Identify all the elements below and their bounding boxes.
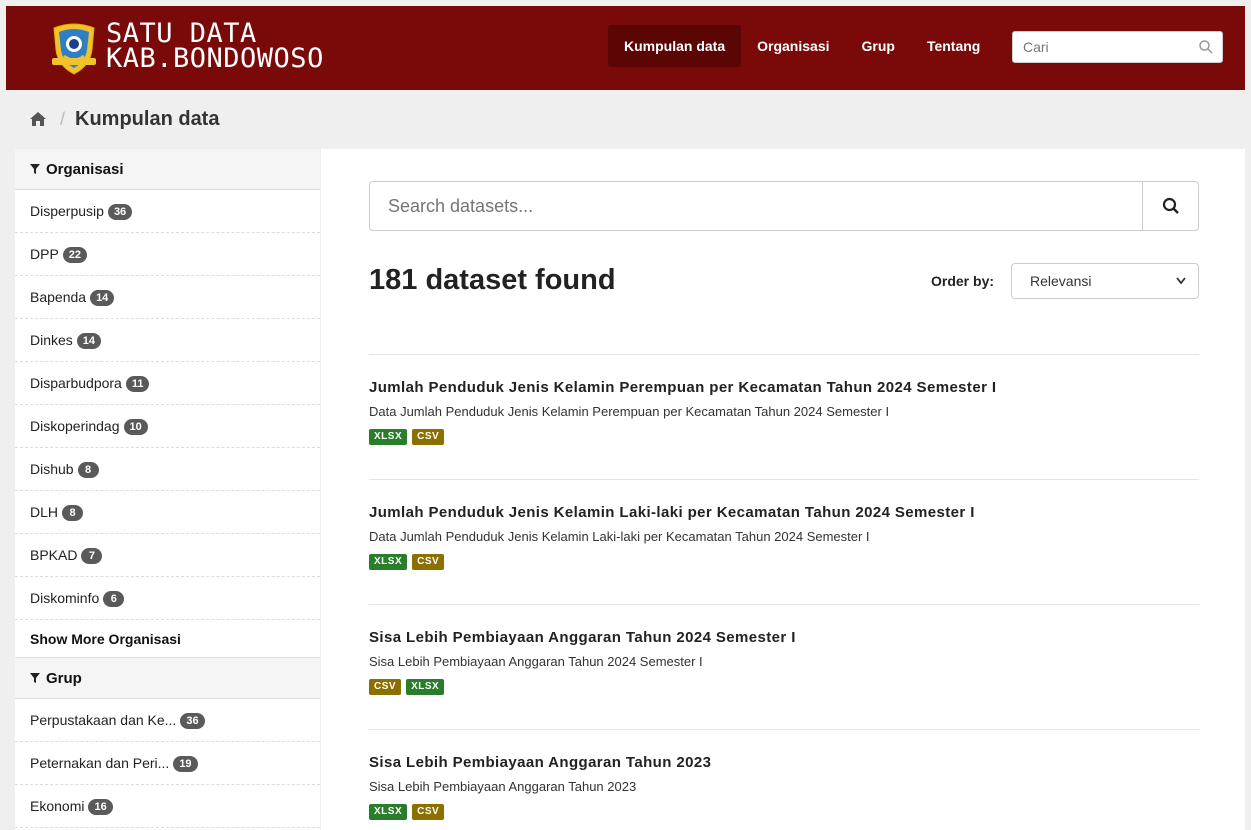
dataset-search: [369, 181, 1199, 231]
breadcrumb: / Kumpulan data: [6, 90, 1245, 148]
facet-organisasi-item-label: Diskominfo: [30, 590, 100, 606]
count-badge: 14: [76, 333, 102, 349]
search-icon[interactable]: [1198, 39, 1214, 55]
facet-organisasi-item[interactable]: Dishub 8: [15, 448, 320, 491]
count-badge: 36: [107, 204, 133, 220]
divider: [369, 479, 1199, 480]
dataset-description: Data Jumlah Penduduk Jenis Kelamin Laki-…: [369, 529, 870, 544]
dataset-title-link[interactable]: Jumlah Penduduk Jenis Kelamin Laki-laki …: [369, 504, 1199, 521]
facet-organisasi-item[interactable]: DPP 22: [15, 233, 320, 276]
header-search: [1012, 31, 1223, 63]
brand-title[interactable]: SATU DATA KAB.BONDOWOSO: [106, 20, 324, 74]
facet-organisasi-item[interactable]: DLH 8: [15, 491, 320, 534]
dataset-item: Sisa Lebih Pembiayaan Anggaran Tahun 202…: [369, 754, 1199, 820]
format-badge-xlsx[interactable]: XLSX: [369, 429, 408, 445]
facet-organisasi-item-label: BPKAD: [30, 547, 78, 563]
dataset-item: Sisa Lebih Pembiayaan Anggaran Tahun 202…: [369, 629, 1199, 695]
facet-organisasi-item-label: Bapenda: [30, 289, 87, 305]
dataset-search-button[interactable]: [1142, 182, 1198, 230]
order-by-label: Order by:: [931, 273, 995, 289]
facet-grup-item-label: Ekonomi: [30, 798, 85, 814]
count-badge: 10: [123, 419, 148, 435]
facet-header-organisasi: Organisasi: [15, 149, 320, 190]
order-by-select[interactable]: Relevansi: [1011, 263, 1199, 299]
count-badge: 7: [81, 548, 103, 564]
facet-grup-item[interactable]: Peternakan dan Peri... 19: [15, 742, 320, 785]
facet-grup-item[interactable]: Ekonomi 16: [15, 785, 320, 828]
main-content: 181 dataset found Order by: Relevansi Ju…: [321, 149, 1245, 830]
facet-organisasi-item-label: Dinkes: [30, 332, 73, 348]
dataset-title-link[interactable]: Jumlah Penduduk Jenis Kelamin Perempuan …: [369, 379, 1199, 396]
facet-organisasi-item-label: Diskoperindag: [30, 418, 120, 434]
bondowoso-logo-icon[interactable]: [46, 20, 102, 76]
dataset-item: Jumlah Penduduk Jenis Kelamin Perempuan …: [369, 379, 1199, 445]
dataset-item: Jumlah Penduduk Jenis Kelamin Laki-laki …: [369, 504, 1199, 570]
format-badge-xlsx[interactable]: XLSX: [369, 804, 408, 820]
count-badge: 36: [180, 713, 205, 729]
facet-organisasi-item[interactable]: Diskoperindag 10: [15, 405, 320, 448]
dataset-formats: XLSX CSV: [369, 554, 1199, 570]
dataset-description: Sisa Lebih Pembiayaan Anggaran Tahun 202…: [369, 654, 703, 669]
dataset-formats: XLSX CSV: [369, 429, 1199, 445]
facet-organisasi-item-label: DPP: [30, 246, 59, 262]
divider: [369, 604, 1199, 605]
facet-organisasi-item[interactable]: Diskominfo 6: [15, 577, 320, 620]
facet-organisasi-item[interactable]: Disparbudpora 11: [15, 362, 320, 405]
facet-grup-item[interactable]: Perpustakaan dan Ke... 36: [15, 699, 320, 742]
breadcrumb-separator: /: [60, 108, 66, 129]
count-badge: 16: [88, 799, 113, 815]
count-badge: 14: [90, 290, 115, 306]
dataset-formats: CSV XLSX: [369, 679, 1199, 695]
format-badge-xlsx[interactable]: XLSX: [369, 554, 408, 570]
nav-kumpulan-data[interactable]: Kumpulan data: [608, 25, 742, 67]
order-by-value: Relevansi: [1030, 273, 1092, 289]
filter-icon: [30, 164, 40, 174]
count-badge: 22: [62, 247, 88, 263]
home-icon[interactable]: [28, 109, 48, 129]
dataset-title-link[interactable]: Sisa Lebih Pembiayaan Anggaran Tahun 202…: [369, 754, 1199, 771]
format-badge-csv[interactable]: CSV: [412, 804, 445, 820]
brand-line-2: KAB.BONDOWOSO: [106, 43, 324, 74]
facet-organisasi-item[interactable]: Disperpusip 36: [15, 190, 320, 233]
count-badge: 8: [77, 462, 99, 478]
facet-organisasi-item-label: Dishub: [30, 461, 74, 477]
facet-header-grup: Grup: [15, 658, 320, 699]
dataset-search-input[interactable]: [370, 182, 1140, 230]
masthead: SATU DATA KAB.BONDOWOSO Kumpulan data Or…: [6, 6, 1245, 90]
facet-organisasi-item[interactable]: Bapenda 14: [15, 276, 320, 319]
format-badge-csv[interactable]: CSV: [369, 679, 402, 695]
nav-tentang[interactable]: Tentang: [911, 25, 996, 67]
count-badge: 8: [62, 505, 84, 521]
dataset-count: 181 dataset found: [369, 264, 616, 296]
format-badge-csv[interactable]: CSV: [412, 554, 445, 570]
format-badge-xlsx[interactable]: XLSX: [406, 679, 445, 695]
facet-organisasi-item[interactable]: BPKAD 7: [15, 534, 320, 577]
sidebar: Organisasi Disperpusip 36 DPP 22 Bapenda 14 Di…: [15, 149, 320, 830]
nav-organisasi[interactable]: Organisasi: [741, 25, 845, 67]
chevron-down-icon: [1176, 277, 1186, 285]
nav-grup[interactable]: Grup: [846, 25, 911, 67]
facet-grup-item-label: Perpustakaan dan Ke...: [30, 712, 177, 728]
main-nav: Kumpulan data Organisasi Grup Tentang: [608, 25, 996, 67]
dataset-description: Sisa Lebih Pembiayaan Anggaran Tahun 202…: [369, 779, 637, 794]
facet-organisasi-item[interactable]: Dinkes 14: [15, 319, 320, 362]
count-badge: 6: [103, 591, 125, 607]
filter-icon: [30, 673, 40, 683]
facet-organisasi-item-label: Disparbudpora: [30, 375, 122, 391]
search-icon: [1162, 197, 1179, 214]
count-badge: 19: [173, 756, 198, 772]
dataset-formats: XLSX CSV: [369, 804, 1199, 820]
facet-grup-item-label: Peternakan dan Peri...: [30, 755, 170, 771]
divider: [369, 354, 1199, 355]
divider: [369, 729, 1199, 730]
dataset-title-link[interactable]: Sisa Lebih Pembiayaan Anggaran Tahun 202…: [369, 629, 1199, 646]
header-search-input[interactable]: [1013, 32, 1183, 62]
breadcrumb-current[interactable]: Kumpulan data: [75, 108, 219, 131]
format-badge-csv[interactable]: CSV: [412, 429, 445, 445]
facet-organisasi-item-label: DLH: [30, 504, 59, 520]
show-more-organisasi-link[interactable]: Show More Organisasi: [15, 620, 320, 658]
facet-organisasi-item-label: Disperpusip: [30, 203, 104, 219]
dataset-description: Data Jumlah Penduduk Jenis Kelamin Perem…: [369, 404, 890, 419]
count-badge: 11: [125, 376, 150, 392]
